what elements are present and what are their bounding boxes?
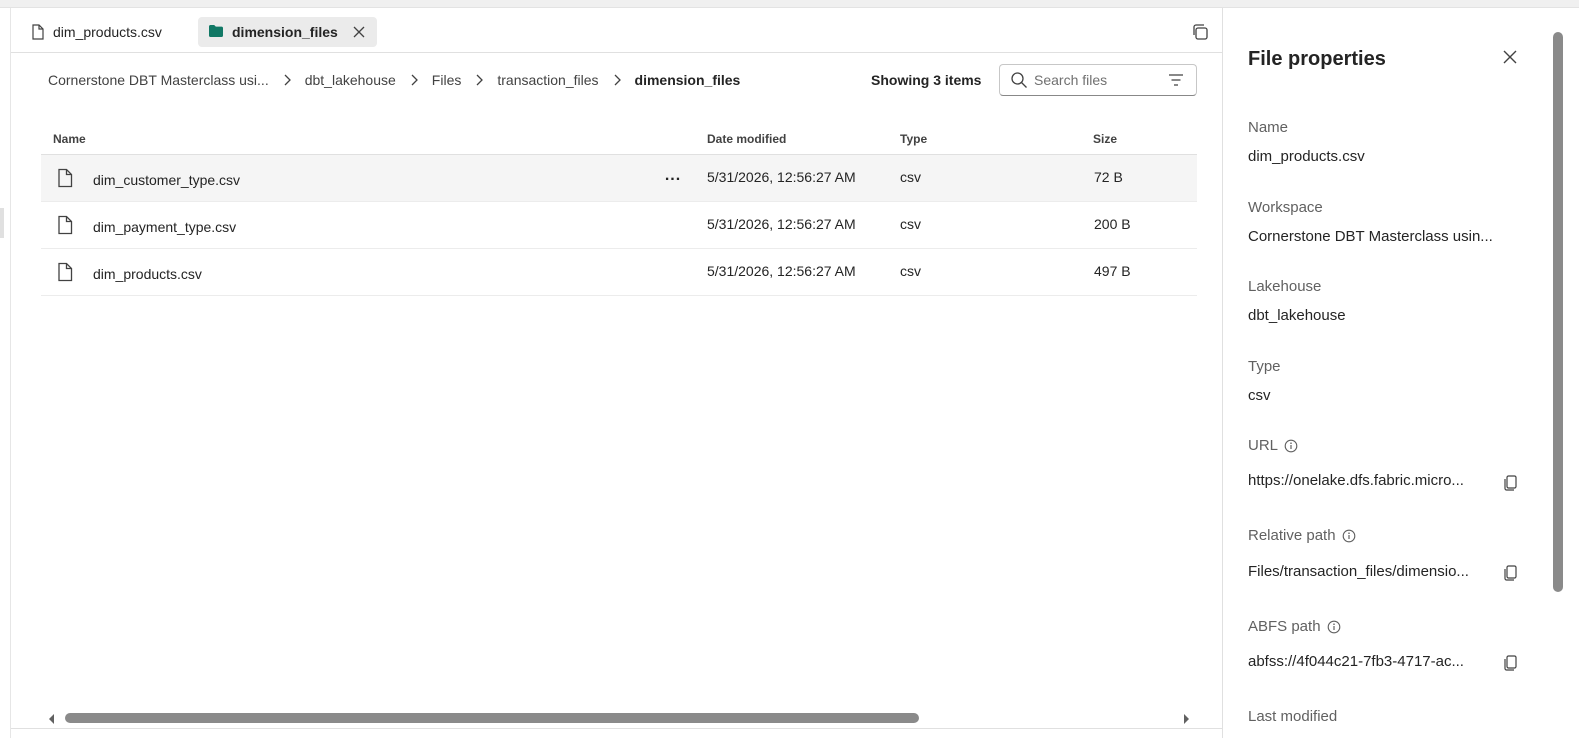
- copy-icon[interactable]: [1503, 563, 1519, 581]
- column-header-date[interactable]: Date modified: [707, 132, 786, 146]
- file-icon: [56, 168, 74, 188]
- breadcrumb-current: dimension_files: [634, 72, 741, 88]
- window-top-strip: [0, 0, 1579, 8]
- tab-label: dimension_files: [232, 24, 338, 40]
- bottom-divider: [11, 728, 1222, 729]
- file-name[interactable]: dim_payment_type.csv: [93, 219, 236, 235]
- file-date: 5/31/2026, 12:56:27 AM: [707, 216, 856, 232]
- file-name[interactable]: dim_customer_type.csv: [93, 172, 240, 188]
- file-explorer: dim_products.csv dimension_files Corners…: [11, 8, 1222, 738]
- search-input[interactable]: [1034, 72, 1164, 88]
- property-label-text: URL: [1248, 437, 1279, 454]
- file-type: csv: [900, 263, 921, 279]
- scroll-right-icon[interactable]: [1181, 712, 1191, 724]
- breadcrumb-workspace[interactable]: Cornerstone DBT Masterclass usi...: [48, 72, 269, 88]
- property-label-type: Type: [1248, 358, 1281, 375]
- property-value-name: dim_products.csv: [1248, 148, 1365, 165]
- file-size: 497 B: [1094, 263, 1131, 279]
- file-name[interactable]: dim_products.csv: [93, 266, 202, 282]
- copy-icon[interactable]: [1503, 653, 1519, 671]
- file-date: 5/31/2026, 12:56:27 AM: [707, 169, 856, 185]
- property-label-lakehouse: Lakehouse: [1248, 278, 1322, 295]
- property-label-text: ABFS path: [1248, 618, 1321, 635]
- chevron-right-icon: [605, 73, 629, 87]
- property-label-abfs-path: ABFS path: [1248, 618, 1341, 635]
- file-icon: [31, 24, 45, 40]
- table-row[interactable]: dim_customer_type.csv ... 5/31/2026, 12:…: [41, 155, 1197, 202]
- copy-icon[interactable]: [1503, 473, 1519, 491]
- tab-dimension-files[interactable]: dimension_files: [198, 17, 377, 47]
- file-size: 72 B: [1094, 169, 1123, 185]
- tab-bar: dim_products.csv dimension_files: [11, 8, 1222, 53]
- scrollbar-thumb[interactable]: [65, 713, 919, 723]
- tab-dim-products[interactable]: dim_products.csv: [19, 17, 195, 47]
- left-collapse-handle[interactable]: [0, 208, 4, 238]
- folder-icon: [208, 24, 224, 40]
- property-label-url: URL: [1248, 437, 1298, 454]
- search-box: [999, 64, 1197, 96]
- property-label-name: Name: [1248, 119, 1289, 136]
- table-header: Name Date modified Type Size: [41, 120, 1197, 155]
- chevron-right-icon: [402, 73, 426, 87]
- copy-window-icon[interactable]: [1190, 22, 1210, 42]
- scroll-left-icon[interactable]: [47, 712, 57, 724]
- property-value-abfs-path: abfss://4f044c21-7fb3-4717-ac...: [1248, 653, 1464, 670]
- more-options-button[interactable]: ...: [663, 167, 683, 187]
- file-properties-panel: File properties Name dim_products.csv Wo…: [1222, 8, 1579, 738]
- chevron-right-icon: [467, 73, 491, 87]
- property-label-workspace: Workspace: [1248, 199, 1323, 216]
- property-value-lakehouse: dbt_lakehouse: [1248, 307, 1346, 324]
- property-label-relative-path: Relative path: [1248, 527, 1356, 544]
- breadcrumb: Cornerstone DBT Masterclass usi... dbt_l…: [48, 70, 740, 90]
- info-icon[interactable]: [1284, 439, 1298, 453]
- column-header-name[interactable]: Name: [53, 132, 86, 146]
- panel-title: File properties: [1248, 48, 1386, 70]
- files-table: Name Date modified Type Size dim_custome…: [41, 120, 1197, 296]
- chevron-right-icon: [275, 73, 299, 87]
- info-icon[interactable]: [1327, 620, 1341, 634]
- vertical-scrollbar[interactable]: [1553, 32, 1565, 592]
- file-icon: [56, 215, 74, 235]
- column-header-type[interactable]: Type: [900, 132, 927, 146]
- file-icon: [56, 262, 74, 282]
- file-type: csv: [900, 169, 921, 185]
- table-row[interactable]: dim_payment_type.csv 5/31/2026, 12:56:27…: [41, 202, 1197, 249]
- tab-label: dim_products.csv: [53, 24, 162, 40]
- close-tab-icon[interactable]: [351, 24, 367, 40]
- scrollbar-thumb[interactable]: [1553, 32, 1563, 592]
- column-header-size[interactable]: Size: [1093, 132, 1117, 146]
- table-row[interactable]: dim_products.csv 5/31/2026, 12:56:27 AM …: [41, 249, 1197, 296]
- breadcrumb-transaction-files[interactable]: transaction_files: [497, 72, 598, 88]
- info-icon[interactable]: [1342, 529, 1356, 543]
- property-label-text: Relative path: [1248, 527, 1336, 544]
- breadcrumb-lakehouse[interactable]: dbt_lakehouse: [305, 72, 396, 88]
- file-date: 5/31/2026, 12:56:27 AM: [707, 263, 856, 279]
- property-value-relative-path: Files/transaction_files/dimensio...: [1248, 563, 1469, 580]
- property-label-last-modified: Last modified: [1248, 708, 1338, 725]
- file-type: csv: [900, 216, 921, 232]
- item-count: Showing 3 items: [871, 72, 982, 88]
- file-size: 200 B: [1094, 216, 1131, 232]
- close-panel-icon[interactable]: [1502, 49, 1518, 65]
- filter-icon[interactable]: [1168, 73, 1184, 87]
- property-value-workspace: Cornerstone DBT Masterclass usin...: [1248, 228, 1493, 245]
- breadcrumb-files[interactable]: Files: [432, 72, 462, 88]
- property-value-url: https://onelake.dfs.fabric.micro...: [1248, 472, 1464, 489]
- search-icon: [1010, 71, 1028, 89]
- horizontal-scrollbar[interactable]: [41, 708, 1191, 728]
- property-value-type: csv: [1248, 387, 1271, 404]
